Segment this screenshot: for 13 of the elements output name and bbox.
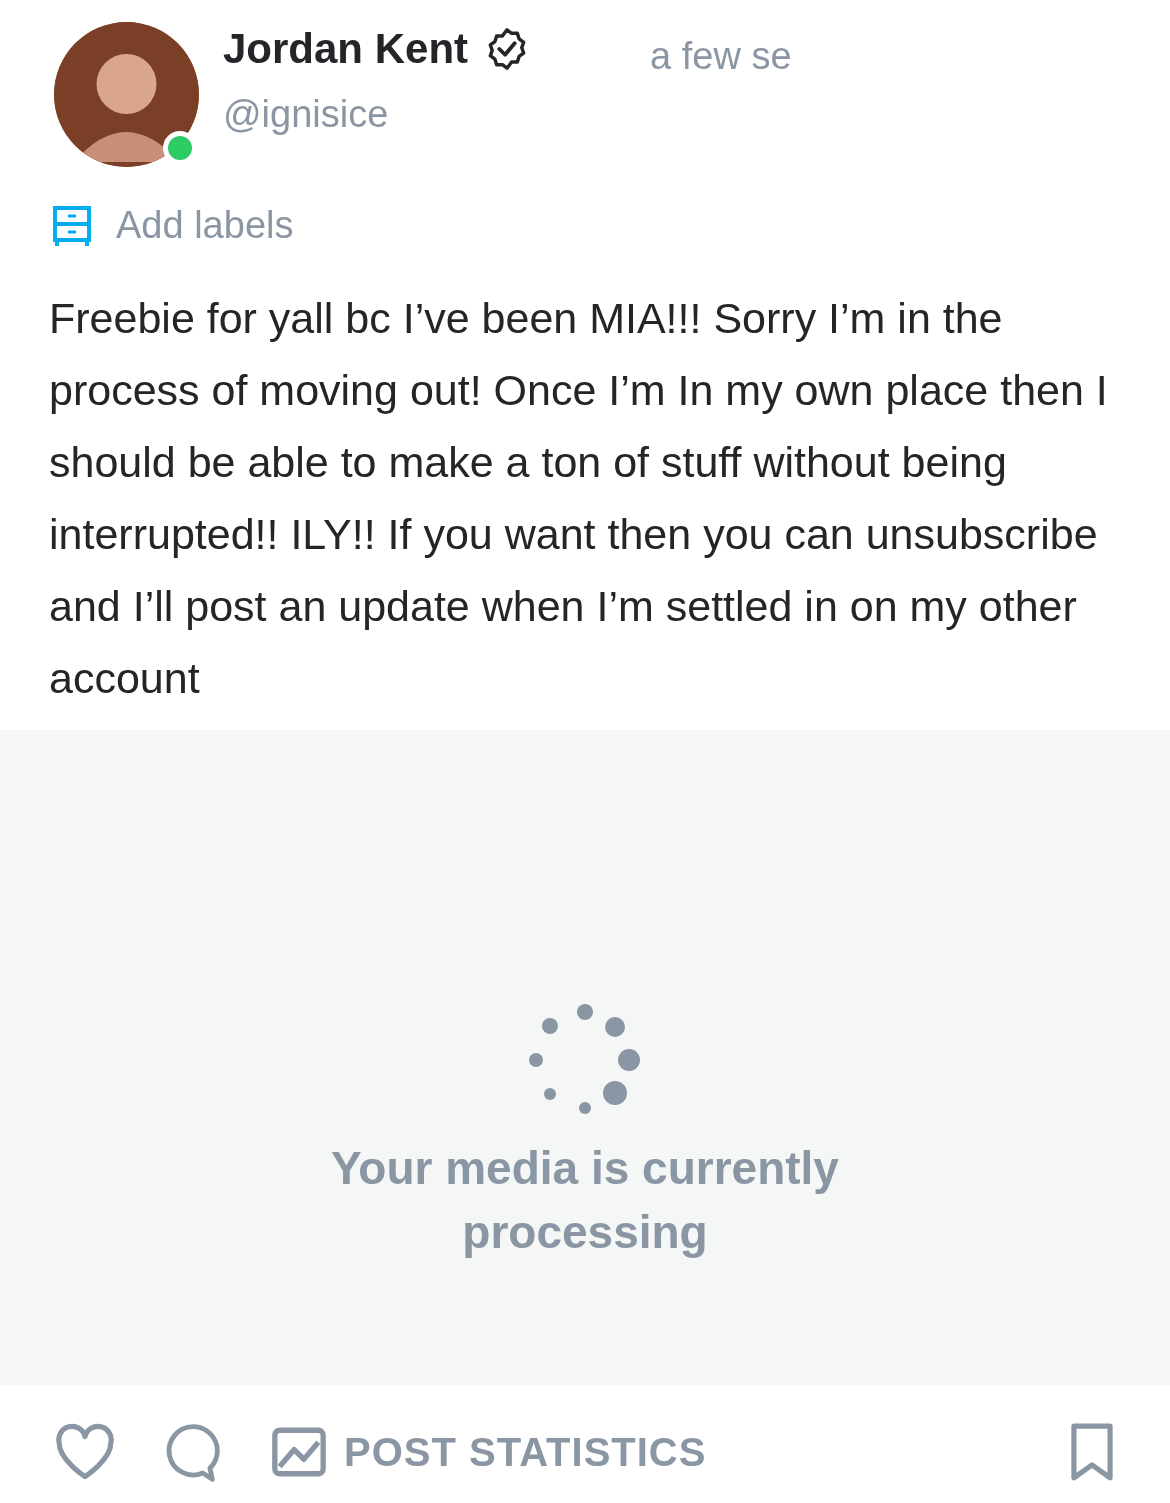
add-labels-link[interactable]: Add labels xyxy=(116,197,294,254)
chart-icon xyxy=(270,1425,328,1479)
post-statistics-link[interactable]: POST STATISTICS xyxy=(270,1422,707,1482)
bookmark-icon[interactable] xyxy=(1068,1421,1116,1483)
author-name[interactable]: Jordan Kent xyxy=(223,26,469,73)
processing-message: Your media is currently processing xyxy=(330,1140,840,1260)
comment-icon[interactable] xyxy=(164,1421,222,1483)
post-text: Freebie for yall bc I’ve been MIA!!! Sorry I’m in the process of moving out! Once I’m In my own place then I should be able to make a ton of stuff without being interrupted!! ILY!! If you want then you can unsubscribe and I’ll post an update when I’m settled in on my other account xyxy=(48,293,1109,704)
like-icon[interactable] xyxy=(54,1423,116,1481)
label-icon xyxy=(52,204,92,247)
author-handle[interactable]: @ignisice xyxy=(223,86,531,144)
avatar[interactable] xyxy=(54,22,199,167)
post-time: a few se xyxy=(650,34,792,79)
